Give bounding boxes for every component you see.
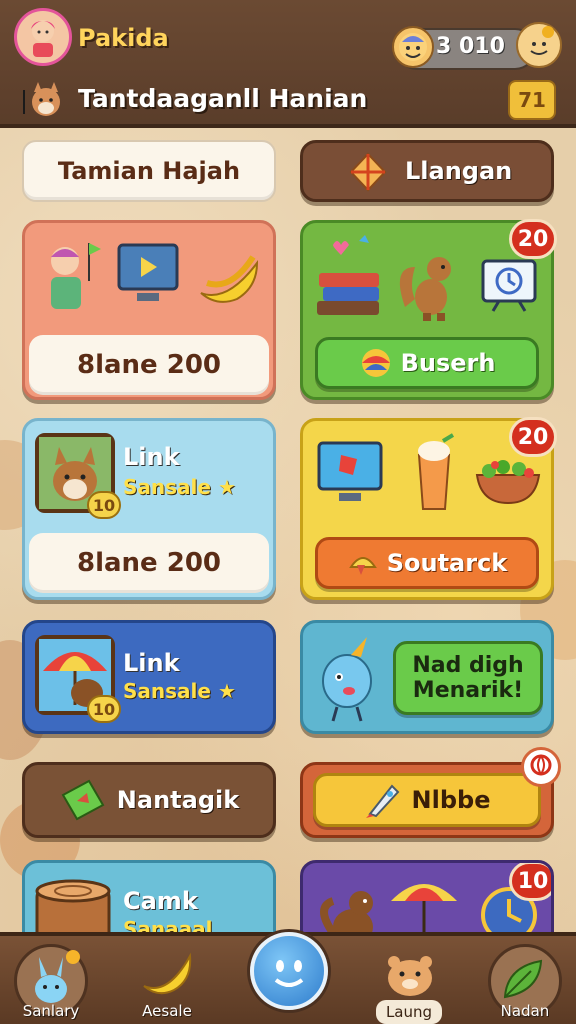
notification-badge: 20 xyxy=(509,417,557,457)
nav-label: Laung xyxy=(376,1000,442,1024)
girl-icon xyxy=(31,20,55,57)
card-4[interactable]: 20 Soutarck xyxy=(300,417,557,600)
taco-icon xyxy=(348,557,377,575)
nav-label: Sanlary xyxy=(22,1002,80,1020)
button-label: Nantagik xyxy=(116,786,240,814)
smile-face-icon xyxy=(274,960,304,987)
nav-item-sanlary[interactable]: Sanlary xyxy=(6,944,96,1024)
card-label-text: 8lane 200 xyxy=(76,350,221,380)
rose-icon[interactable] xyxy=(521,747,561,787)
clock-icon xyxy=(481,259,537,312)
button-line-2: Menarik! xyxy=(412,678,524,703)
card-7[interactable]: Nantagik xyxy=(22,762,276,838)
tab-llangan[interactable]: Llangan xyxy=(300,140,554,202)
coin-icon xyxy=(392,26,434,68)
bird-icon xyxy=(322,637,372,722)
card-title: Link xyxy=(123,443,180,471)
tab-label: Tamian Hajah xyxy=(57,157,241,185)
banana-icon xyxy=(200,255,259,303)
top-header: Pakida 3 010 Tantdaaganll Hanian 71 xyxy=(0,0,576,128)
nav-label: Aesale xyxy=(142,1002,192,1020)
card-label-text: 8lane 200 xyxy=(76,548,221,578)
card-2[interactable]: 20 Buserh xyxy=(300,219,557,400)
tab-tamian-hajah[interactable]: Tamian Hajah xyxy=(22,140,276,202)
fox-icon xyxy=(23,82,60,116)
umbrella-icon xyxy=(391,884,457,935)
hamster-icon xyxy=(388,956,432,996)
nad-digh-button[interactable]: Nad digh Menarik! xyxy=(393,641,543,715)
girl-icon xyxy=(51,243,101,309)
drink-icon xyxy=(417,433,455,510)
card-1[interactable]: 8lane 200 xyxy=(22,220,276,400)
nlbbe-button[interactable]: Nlbbe xyxy=(313,773,541,827)
player-avatar[interactable] xyxy=(14,8,72,66)
card-1-label: 8lane 200 xyxy=(29,335,269,395)
frame-badge: 10 xyxy=(87,695,121,723)
rocket-icon xyxy=(365,784,399,818)
frame-badge: 10 xyxy=(87,491,121,519)
notification-badge: 10 xyxy=(509,863,551,901)
button-label: Buserh xyxy=(400,349,496,377)
button-line-1: Nad digh xyxy=(412,652,524,678)
star-icon: ★ xyxy=(217,679,236,703)
level-badge[interactable]: 71 xyxy=(508,80,556,120)
nav-item-nadan[interactable]: Nadan xyxy=(480,944,570,1024)
nav-label-text: Laung xyxy=(385,1003,433,1021)
notification-badge: 20 xyxy=(509,219,557,259)
smile-icon[interactable] xyxy=(516,22,562,68)
nav-label: Nadan xyxy=(500,1002,550,1020)
button-label: Nlbbe xyxy=(411,786,491,814)
tv-icon xyxy=(317,441,383,501)
star-icon: ★ xyxy=(217,475,236,499)
nav-home-button[interactable] xyxy=(250,932,328,1010)
kite-icon xyxy=(61,779,105,821)
card-5[interactable]: 10 Link Sansale ★ xyxy=(22,620,276,734)
tv-icon xyxy=(117,243,179,301)
card-subtitle: Sansale ★ xyxy=(123,475,236,499)
card-8[interactable]: Nlbbe xyxy=(300,747,561,838)
ball-icon xyxy=(361,349,390,377)
salad-icon xyxy=(475,460,541,505)
card-subtitle: Sansale ★ xyxy=(123,679,236,703)
card-3[interactable]: 10 Link Sansale ★ 8lane 200 xyxy=(22,418,276,600)
button-label: Soutarck xyxy=(386,549,508,577)
banana-icon xyxy=(143,952,192,995)
card-3-label: 8lane 200 xyxy=(29,533,269,593)
tab-label: Llangan xyxy=(405,157,513,185)
card-6[interactable]: Nad digh Menarik! xyxy=(300,620,554,734)
nantagik-button[interactable]: Nantagik xyxy=(25,765,273,835)
squirrel-icon xyxy=(399,257,451,321)
buserh-button[interactable]: Buserh xyxy=(315,337,539,389)
bottom-nav: Sanlary Aesale Laung Nadan xyxy=(0,932,576,1024)
books-icon xyxy=(317,235,379,315)
kite-icon xyxy=(349,152,387,192)
card-title: Camk xyxy=(123,887,198,915)
subtitle-text: Sansale xyxy=(123,475,211,499)
nav-item-aesale[interactable]: Aesale xyxy=(122,944,212,1024)
nav-item-laung[interactable]: Laung xyxy=(364,944,454,1024)
coin-value: 3 010 xyxy=(436,34,505,59)
subtitle-text: Sansale xyxy=(123,679,211,703)
header-subtitle: Tantdaaganll Hanian xyxy=(78,84,368,113)
subtitle-row: Tantdaaganll Hanian xyxy=(20,80,500,120)
card-title: Link xyxy=(123,649,180,677)
player-name: Pakida xyxy=(78,24,169,52)
soutarck-button[interactable]: Soutarck xyxy=(315,537,539,589)
